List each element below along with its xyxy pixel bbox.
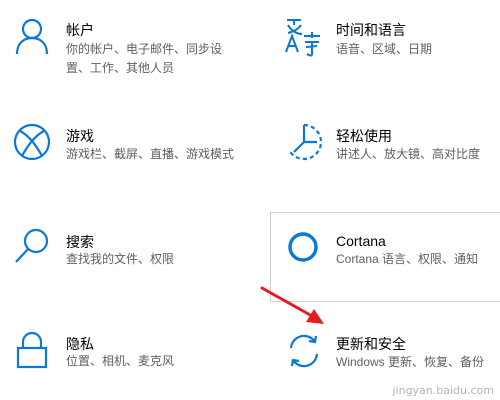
search-icon bbox=[12, 226, 52, 266]
tile-title: 轻松使用 bbox=[336, 128, 392, 144]
watermark-text: jingyan.baidu.com bbox=[392, 384, 494, 397]
sync-icon bbox=[284, 331, 324, 371]
tile-description: 查找我的文件、权限 bbox=[66, 252, 175, 266]
tile-accounts[interactable]: 帐户 你的帐户、电子邮件、同步设置、工作、其他人员 bbox=[0, 0, 260, 100]
tile-time-language[interactable]: 时间和语言 语音、区域、日期 bbox=[272, 0, 500, 100]
tile-title: Cortana bbox=[336, 233, 386, 249]
lock-icon bbox=[12, 331, 52, 371]
tile-description: 游戏栏、截屏、直播、游戏模式 bbox=[66, 147, 235, 161]
tile-description: Windows 更新、恢复、备份 bbox=[336, 355, 485, 369]
person-icon bbox=[12, 16, 52, 56]
tile-description: 讲述人、放大镜、高对比度 bbox=[336, 147, 481, 161]
language-icon bbox=[284, 16, 324, 57]
tile-title: 更新和安全 bbox=[336, 336, 406, 352]
tile-title: 时间和语言 bbox=[336, 22, 406, 38]
tile-search[interactable]: 搜索 查找我的文件、权限 bbox=[0, 212, 260, 312]
ease-of-access-icon bbox=[284, 122, 324, 162]
tile-ease-of-access[interactable]: 轻松使用 讲述人、放大镜、高对比度 bbox=[272, 112, 500, 212]
tile-privacy[interactable]: 隐私 位置、相机、麦克风 bbox=[0, 318, 260, 400]
tile-title: 隐私 bbox=[66, 336, 94, 352]
tile-description: 语音、区域、日期 bbox=[336, 42, 433, 56]
tile-description: 你的帐户、电子邮件、同步设置、工作、其他人员 bbox=[66, 42, 223, 75]
tile-description: Cortana 语言、权限、通知 bbox=[336, 252, 479, 266]
annotation-arrow bbox=[260, 286, 324, 324]
tile-title: 游戏 bbox=[66, 128, 94, 144]
tile-description: 位置、相机、麦克风 bbox=[66, 354, 175, 368]
tile-gaming[interactable]: 游戏 游戏栏、截屏、直播、游戏模式 bbox=[0, 112, 260, 212]
tile-title: 帐户 bbox=[66, 22, 94, 38]
xbox-icon bbox=[12, 122, 52, 162]
tile-title: 搜索 bbox=[66, 234, 94, 250]
cortana-icon bbox=[283, 227, 323, 267]
